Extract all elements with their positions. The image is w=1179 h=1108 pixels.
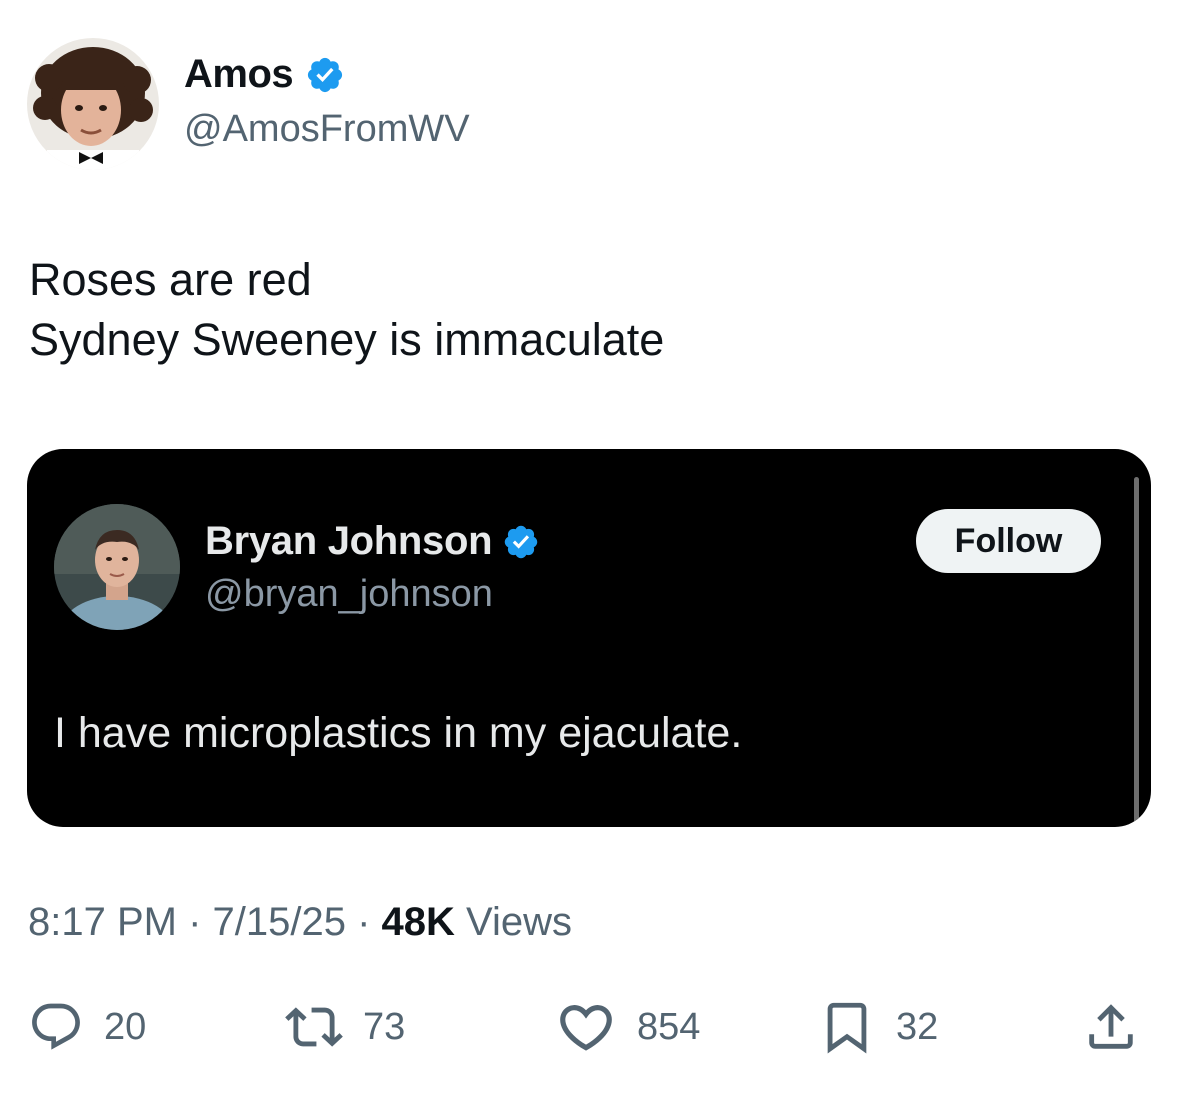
like-button[interactable]: 854: [555, 995, 700, 1059]
verified-badge-icon: [505, 525, 538, 558]
views-count[interactable]: 48K: [382, 900, 455, 944]
bookmark-count: 32: [896, 1005, 939, 1048]
author-avatar[interactable]: [27, 38, 159, 170]
action-bar: 20 73 854 32: [0, 995, 1179, 1059]
follow-button[interactable]: Follow: [916, 509, 1101, 573]
author-handle[interactable]: @AmosFromWV: [184, 108, 470, 151]
tweet-time[interactable]: 8:17 PM: [28, 900, 177, 944]
reply-count: 20: [104, 1005, 147, 1048]
quoted-author-name[interactable]: Bryan Johnson: [205, 519, 540, 564]
quoted-tweet-card[interactable]: Bryan Johnson @bryan_johnson Follow I ha…: [27, 449, 1151, 827]
quoted-card-scrollbar[interactable]: [1134, 477, 1139, 823]
like-count: 854: [637, 1005, 701, 1048]
quoted-author-handle[interactable]: @bryan_johnson: [205, 573, 493, 616]
tweet-text-line: Sydney Sweeney is immaculate: [29, 314, 665, 365]
repost-arrows-icon: [285, 1007, 343, 1047]
quoted-tweet-text: I have microplastics in my ejaculate.: [54, 709, 743, 757]
views-label: Views: [454, 900, 573, 944]
author-name-text: Amos: [184, 52, 294, 96]
quoted-author-name-text: Bryan Johnson: [205, 519, 493, 563]
reply-button[interactable]: 20: [28, 995, 146, 1059]
tweet-text: Roses are red Sydney Sweeney is immacula…: [29, 250, 664, 370]
tweet-date[interactable]: 7/15/25: [213, 900, 346, 944]
bookmark-button[interactable]: 32: [818, 995, 938, 1059]
verified-badge-icon: [308, 57, 343, 92]
author-name[interactable]: Amos: [184, 52, 345, 97]
tweet-meta: 8:17 PM · 7/15/25 · 48K Views: [28, 900, 572, 945]
quoted-author-avatar-image: [54, 504, 180, 630]
tweet-text-line: Roses are red: [29, 254, 312, 305]
meta-separator: ·: [345, 900, 382, 944]
repost-count: 73: [363, 1005, 406, 1048]
share-upload-icon: [1089, 1004, 1133, 1049]
bookmark-icon: [827, 1002, 867, 1054]
share-button[interactable]: [1082, 995, 1140, 1059]
repost-button[interactable]: 73: [285, 995, 405, 1059]
heart-icon: [560, 1005, 612, 1051]
speech-bubble-icon: [32, 1003, 80, 1050]
quoted-author-avatar[interactable]: [54, 504, 180, 630]
meta-separator: ·: [176, 900, 213, 944]
author-avatar-image: [27, 38, 159, 170]
